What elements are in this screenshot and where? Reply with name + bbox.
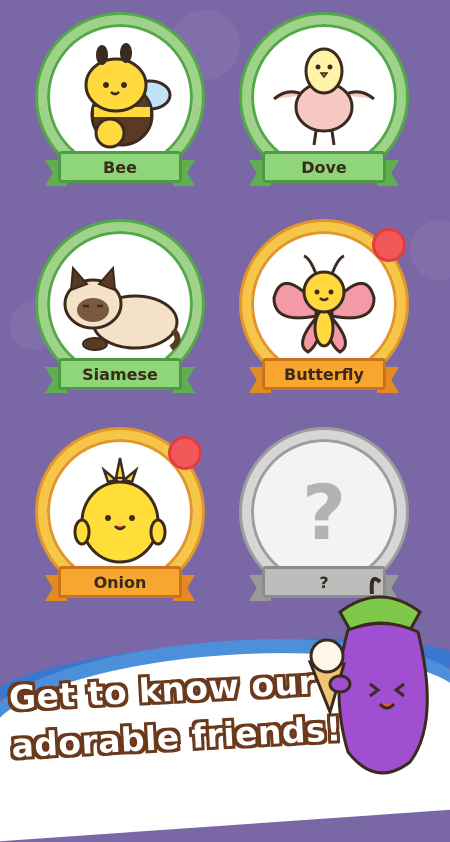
eggplant-mascot-icon [307,577,429,775]
new-friend-indicator [168,436,202,470]
siamese-cat-icon [63,265,181,351]
friend-name-ribbon: Onion [58,566,182,598]
friend-name-ribbon: Siamese [58,358,182,390]
friend-name-label: Bee [103,157,137,177]
friend-name-label: Dove [301,157,347,177]
friend-card-onion[interactable]: Onion [34,430,214,630]
friend-name-ribbon: Butterfly [262,358,386,390]
friend-name-label: Onion [93,572,147,592]
friend-card-dove[interactable]: Dove [238,15,418,215]
friend-card-butterfly[interactable]: Butterfly [238,222,418,422]
bee-icon [84,43,172,149]
friend-card-bee[interactable]: Bee [34,15,214,215]
friend-name-ribbon: Dove [262,151,386,183]
dove-icon [273,47,375,146]
friend-name-ribbon: Bee [58,151,182,183]
friend-name-label: Siamese [82,364,158,384]
butterfly-icon [272,254,376,354]
friend-card-siamese[interactable]: Siamese [34,222,214,422]
new-friend-indicator [372,228,406,262]
question-mark-icon: ? [301,467,347,557]
onion-icon [73,457,167,564]
friend-name-label: Butterfly [284,364,364,384]
